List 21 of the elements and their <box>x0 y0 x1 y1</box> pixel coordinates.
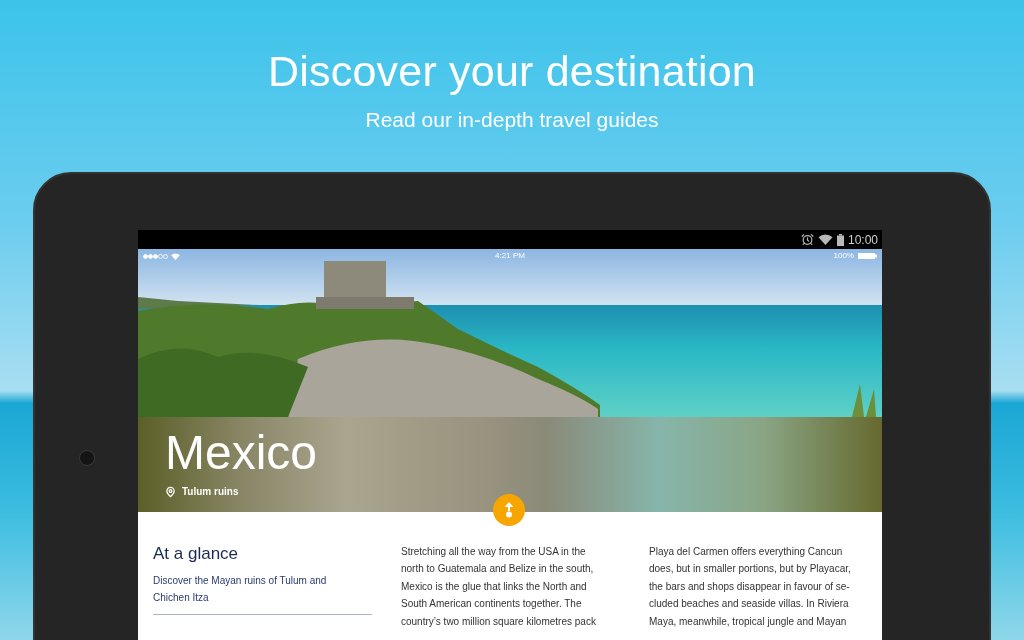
battery-percentage: 100% <box>833 252 854 260</box>
section-summary: Discover the Mayan ruins of Tulum and Chichen Itza <box>153 574 328 605</box>
device-clock: 10:00 <box>847 233 878 246</box>
app-clock: 4:21 PM <box>495 252 525 260</box>
wifi-icon <box>171 252 180 260</box>
scroll-up-button[interactable] <box>493 494 525 526</box>
location-pin-icon <box>165 486 176 498</box>
destination-title: Mexico <box>165 429 319 477</box>
body-paragraph: Stretching all the way from the USA in the north to Guatemala and Belize in the south, Mexico is the glue that links the North and South American continents together. The country’s two million square kilometres pack <box>401 545 597 629</box>
arrow-up-icon <box>504 502 514 518</box>
section-heading: At a glance <box>153 545 240 562</box>
body-paragraph: Playa del Carmen offers everything Cancun does, but in smaller portions, but by Playacar, the bars and shops disappear in favour of se- cluded beaches and seaside villas. In Riviera Maya, meanwhile, tropical jungle and Mayan <box>649 545 852 629</box>
promo-subtitle: Read our in-depth travel guides <box>365 109 659 130</box>
battery-icon <box>836 233 844 246</box>
location-label: Tulum ruins <box>182 487 239 497</box>
alarm-icon <box>800 233 814 246</box>
wifi-icon <box>817 234 833 245</box>
signal-strength-icon <box>143 253 168 259</box>
camera-icon <box>78 450 95 466</box>
battery-icon <box>858 253 877 259</box>
promo-title: Discover your destination <box>268 50 756 93</box>
